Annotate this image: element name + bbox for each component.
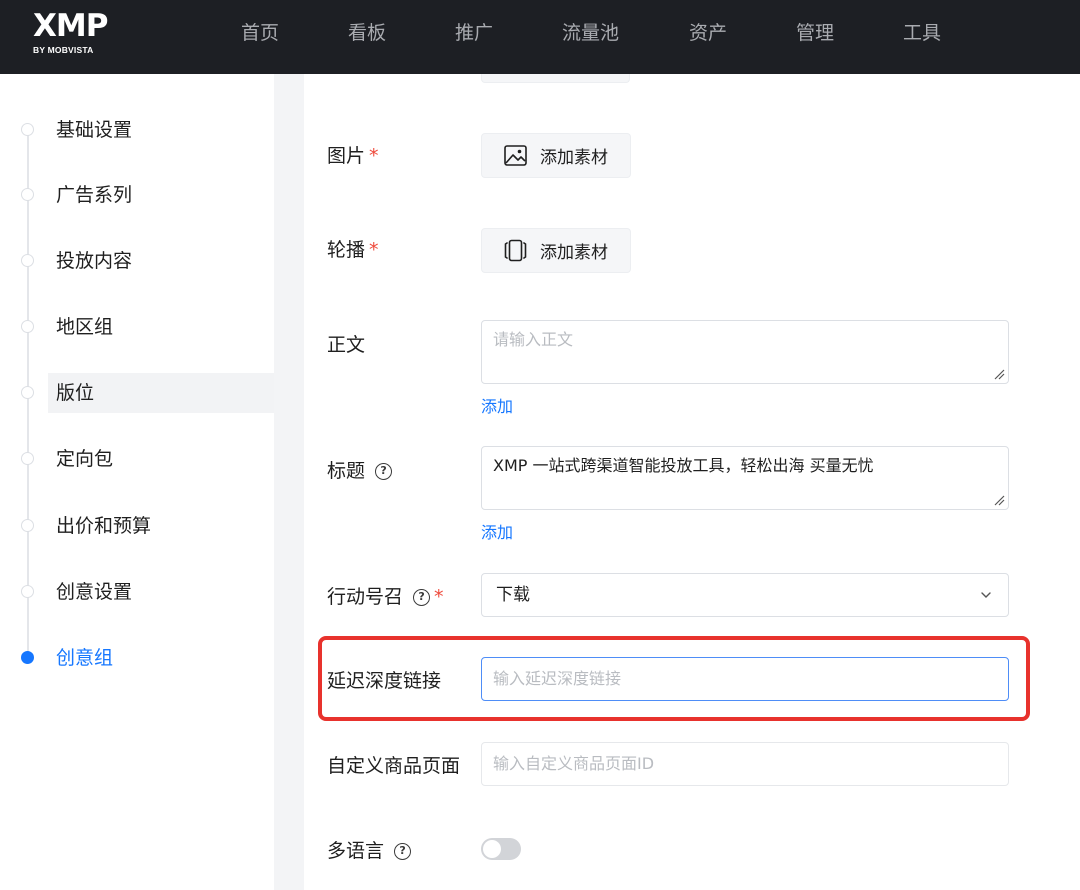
- step-dot: [21, 519, 34, 532]
- deferred-deeplink-placeholder: 输入延迟深度链接: [493, 669, 622, 688]
- step-dot: [21, 386, 34, 399]
- xmp-logo[interactable]: XMP BY MOBVISTA: [33, 10, 108, 60]
- panel-divider: [274, 74, 304, 890]
- carousel-icon: [503, 238, 528, 263]
- step-dot-active: [21, 651, 34, 664]
- resize-handle-icon[interactable]: [993, 494, 1005, 506]
- title-label: 标题?: [327, 456, 393, 486]
- step-dot: [21, 123, 34, 136]
- custom-product-page-placeholder: 输入自定义商品页面ID: [493, 754, 655, 773]
- step-bid-budget[interactable]: 出价和预算: [0, 506, 274, 546]
- nav-dashboard[interactable]: 看板: [348, 20, 386, 46]
- multilang-label-text: 多语言: [327, 840, 385, 862]
- deferred-deeplink-label-text: 延迟深度链接: [327, 670, 442, 692]
- help-icon[interactable]: ?: [394, 842, 412, 860]
- nav-traffic-pool[interactable]: 流量池: [562, 20, 619, 46]
- carousel-label: 轮播 *: [327, 235, 379, 265]
- step-dot: [21, 452, 34, 465]
- body-placeholder: 请输入正文: [493, 330, 574, 349]
- deferred-deeplink-input[interactable]: 输入延迟深度链接: [481, 657, 1009, 701]
- step-basic-settings[interactable]: 基础设置: [0, 110, 274, 150]
- required-mark: *: [369, 239, 379, 261]
- top-navigation-bar: XMP BY MOBVISTA 首页 看板 推广 流量池 资产 管理 工具: [0, 0, 1080, 74]
- resize-handle-icon[interactable]: [993, 368, 1005, 380]
- add-body-link[interactable]: 添加: [481, 393, 513, 417]
- step-dot: [21, 585, 34, 598]
- body-textarea[interactable]: 请输入正文: [481, 320, 1009, 384]
- step-targeting-package[interactable]: 定向包: [0, 439, 274, 479]
- image-label-text: 图片: [327, 145, 366, 167]
- add-carousel-button-label: 添加素材: [540, 243, 608, 263]
- add-carousel-button[interactable]: 添加素材: [481, 228, 631, 273]
- title-textarea[interactable]: XMP 一站式跨渠道智能投放工具，轻松出海 买量无忧: [481, 446, 1009, 510]
- nav-assets[interactable]: 资产: [689, 20, 727, 46]
- multilang-toggle[interactable]: [481, 838, 521, 860]
- required-mark: *: [434, 586, 444, 608]
- body-label: 正文: [327, 330, 365, 360]
- nav-home[interactable]: 首页: [241, 20, 279, 46]
- logo-mark: XMP: [33, 8, 108, 44]
- custom-product-page-input[interactable]: 输入自定义商品页面ID: [481, 742, 1009, 786]
- step-placement[interactable]: 版位: [0, 373, 274, 413]
- nav-management[interactable]: 管理: [796, 20, 834, 46]
- body-label-text: 正文: [327, 334, 366, 356]
- step-dot: [21, 254, 34, 267]
- step-label: 创意组: [56, 647, 114, 669]
- cta-label: 行动号召? *: [327, 582, 444, 612]
- step-dot: [21, 188, 34, 201]
- step-label: 出价和预算: [56, 515, 152, 537]
- help-icon[interactable]: ?: [413, 588, 431, 606]
- step-label: 基础设置: [56, 119, 133, 141]
- step-creative-group[interactable]: 创意组: [0, 638, 274, 678]
- custom-product-page-label: 自定义商品页面: [327, 751, 460, 781]
- help-icon[interactable]: ?: [375, 462, 393, 480]
- title-label-text: 标题: [327, 460, 366, 482]
- step-label: 地区组: [56, 316, 114, 338]
- step-label: 广告系列: [56, 184, 133, 206]
- toggle-knob: [483, 840, 501, 858]
- cta-select[interactable]: 下载: [481, 573, 1009, 617]
- nav-promotion[interactable]: 推广: [455, 20, 493, 46]
- required-mark: *: [369, 145, 379, 167]
- add-title-link[interactable]: 添加: [481, 519, 513, 543]
- deferred-deeplink-label: 延迟深度链接: [327, 666, 441, 696]
- step-label: 版位: [56, 382, 95, 404]
- add-image-button[interactable]: 添加素材: [481, 133, 631, 178]
- step-dot: [21, 320, 34, 333]
- step-creative-settings[interactable]: 创意设置: [0, 572, 274, 612]
- step-delivery-content[interactable]: 投放内容: [0, 241, 274, 281]
- image-icon: [503, 143, 528, 168]
- logo-subtitle: BY MOBVISTA: [33, 45, 94, 55]
- step-campaign[interactable]: 广告系列: [0, 175, 274, 215]
- step-sidebar: 基础设置 广告系列 投放内容 地区组 版位 定向包 出价和预算 创意设置 创意组: [0, 74, 274, 890]
- cta-label-text: 行动号召: [327, 586, 404, 608]
- step-label: 投放内容: [56, 250, 133, 272]
- cta-selected-value: 下载: [496, 585, 530, 605]
- add-image-button-label: 添加素材: [540, 148, 608, 168]
- carousel-label-text: 轮播: [327, 239, 366, 261]
- multilang-label: 多语言?: [327, 836, 412, 866]
- image-label: 图片 *: [327, 141, 379, 171]
- title-value: XMP 一站式跨渠道智能投放工具，轻松出海 买量无忧: [493, 456, 874, 475]
- step-region-group[interactable]: 地区组: [0, 307, 274, 347]
- previous-field-edge: [481, 74, 630, 83]
- nav-tools[interactable]: 工具: [903, 20, 941, 46]
- custom-product-page-label-text: 自定义商品页面: [327, 755, 461, 777]
- step-label: 创意设置: [56, 581, 133, 603]
- step-label: 定向包: [56, 448, 114, 470]
- chevron-down-icon: [981, 592, 991, 598]
